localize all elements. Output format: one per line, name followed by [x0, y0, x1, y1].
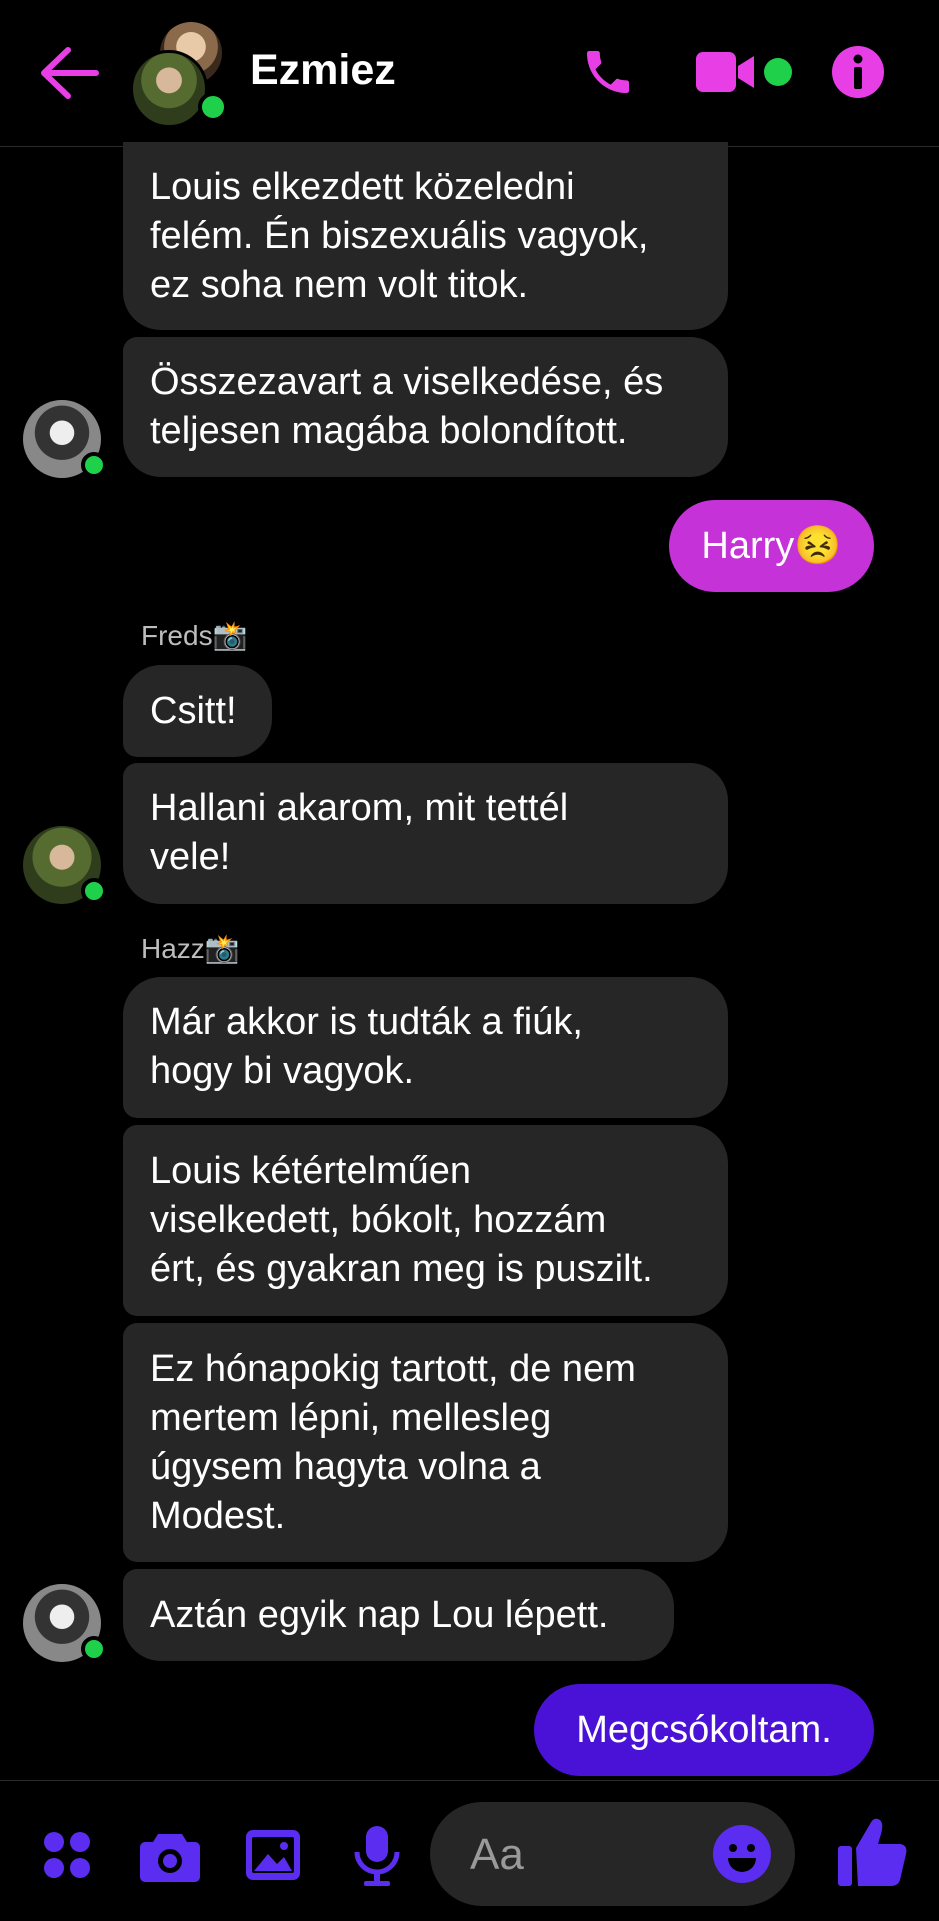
- online-indicator: [81, 452, 107, 478]
- message-bubble[interactable]: Louis elkezdett közeledni felém. Én bisz…: [123, 142, 728, 330]
- sender-name: Hazz📸: [141, 933, 240, 964]
- video-active-dot: [764, 58, 792, 86]
- message-line: Louis kétértelműen: [150, 1150, 472, 1192]
- message-line: teljesen magába bolondított.: [150, 410, 628, 452]
- message-line: ért, és gyakran meg is puszilt.: [150, 1248, 653, 1290]
- message-line: Már akkor is tudták a fiúk,: [150, 1001, 583, 1043]
- message-bubble[interactable]: Ez hónapokig tartott, de nem mertem lépn…: [123, 1323, 728, 1562]
- message-line: felém. Én biszexuális vagyok,: [150, 215, 649, 257]
- message-line: Modest.: [150, 1495, 286, 1537]
- sender-name: Freds📸: [141, 620, 248, 651]
- camera-icon[interactable]: [140, 1830, 200, 1882]
- sender-avatar[interactable]: [23, 1584, 107, 1662]
- phone-icon[interactable]: [580, 44, 636, 100]
- gallery-icon[interactable]: [244, 1828, 302, 1882]
- video-camera-icon[interactable]: [696, 50, 756, 94]
- message-line: Ez hónapokig tartott, de nem: [150, 1348, 636, 1390]
- message-bubble[interactable]: Összezavart a viselkedése, és teljesen m…: [123, 337, 728, 477]
- microphone-icon[interactable]: [352, 1824, 402, 1888]
- message-line: ez soha nem volt titok.: [150, 264, 529, 306]
- emoji-icon[interactable]: [712, 1824, 772, 1884]
- conversation-header: Ezmiez: [0, 0, 939, 147]
- message-line: Hallani akarom, mit tettél: [150, 787, 569, 829]
- message-bubble[interactable]: Louis kétértelműen viselkedett, bókolt, …: [123, 1125, 728, 1316]
- back-arrow-icon[interactable]: [38, 44, 100, 102]
- outgoing-message[interactable]: Megcsókoltam.: [534, 1684, 874, 1776]
- message-bubble[interactable]: Aztán egyik nap Lou lépett.: [123, 1569, 674, 1661]
- message-input[interactable]: [468, 1826, 692, 1884]
- sender-avatar[interactable]: [23, 826, 107, 904]
- message-bubble[interactable]: Csitt!: [123, 665, 272, 757]
- online-indicator: [81, 878, 107, 904]
- message-bubble[interactable]: Hallani akarom, mit tettél vele!: [123, 763, 728, 904]
- message-line: Összezavart a viselkedése, és: [150, 361, 664, 403]
- message-line: Louis elkezdett közeledni: [150, 166, 575, 208]
- message-line: mertem lépni, mellesleg: [150, 1397, 552, 1439]
- thumbs-up-icon[interactable]: [836, 1814, 908, 1888]
- conversation-title[interactable]: Ezmiez: [250, 46, 396, 95]
- message-line: vele!: [150, 836, 231, 878]
- avatar-front: [130, 50, 208, 128]
- online-indicator: [81, 1636, 107, 1662]
- message-line: viselkedett, bókolt, hozzám: [150, 1199, 607, 1241]
- apps-icon[interactable]: [42, 1830, 92, 1880]
- message-line: úgysem hagyta volna a: [150, 1446, 541, 1488]
- info-icon[interactable]: [832, 46, 884, 98]
- group-avatar[interactable]: [130, 22, 230, 128]
- online-indicator: [198, 92, 228, 122]
- message-bubble[interactable]: Már akkor is tudták a fiúk, hogy bi vagy…: [123, 977, 728, 1118]
- message-input-box[interactable]: [430, 1802, 795, 1906]
- sender-avatar[interactable]: [23, 400, 107, 478]
- outgoing-message[interactable]: Harry😣: [669, 500, 874, 592]
- message-line: hogy bi vagyok.: [150, 1050, 415, 1092]
